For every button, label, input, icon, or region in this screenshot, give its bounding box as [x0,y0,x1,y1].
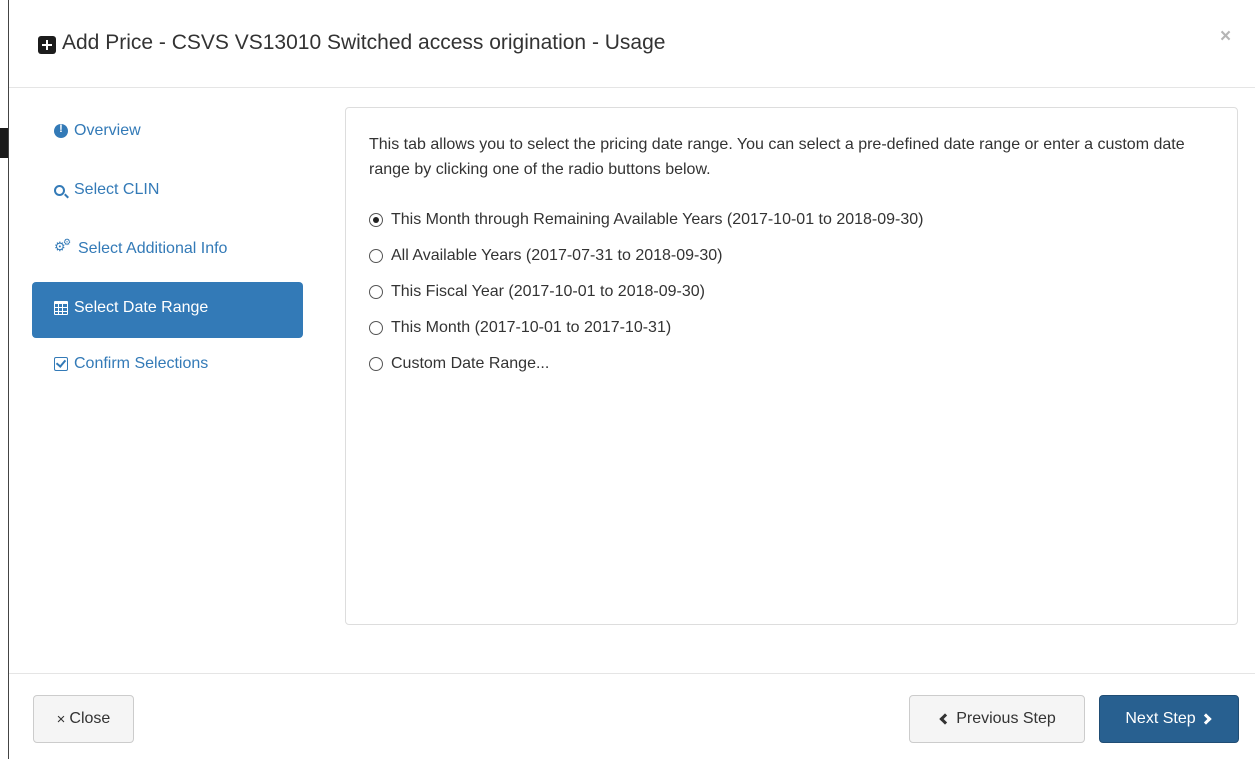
check-square-icon [54,357,68,371]
info-circle-icon [54,123,68,138]
nav-item-label: Confirm Selections [74,355,209,372]
date-range-options: This Month through Remaining Available Y… [369,202,924,382]
chevron-right-icon [1199,713,1212,725]
modal-title: Add Price - CSVS VS13010 Switched access… [62,31,666,54]
chevron-left-icon [939,713,951,725]
close-button[interactable]: × Close [33,695,134,743]
nav-item-select-additional-info[interactable]: Select Additional Info [32,223,303,279]
nav-item-confirm-selections[interactable]: Confirm Selections [32,338,303,394]
radio-button[interactable] [369,213,383,227]
radio-label: All Available Years (2017-07-31 to 2018-… [391,247,723,264]
radio-button[interactable] [369,321,383,335]
nav-item-label: Select Date Range [74,299,209,316]
radio-option-all-available-years[interactable]: All Available Years (2017-07-31 to 2018-… [369,238,924,274]
radio-label: This Month through Remaining Available Y… [391,211,924,228]
modal-header: Add Price - CSVS VS13010 Switched access… [9,0,1255,88]
cogs-icon [54,237,72,256]
previous-step-button[interactable]: Previous Step [909,695,1085,743]
radio-option-this-month[interactable]: This Month (2017-10-01 to 2017-10-31) [369,310,924,346]
radio-label: This Month (2017-10-01 to 2017-10-31) [391,319,672,336]
radio-button[interactable] [369,249,383,263]
panel-description: This tab allows you to select the pricin… [369,136,1185,178]
nav-item-select-clin[interactable]: Select CLIN [32,164,303,220]
nav-item-select-date-range[interactable]: Select Date Range [32,282,303,338]
previous-step-label: Previous Step [956,710,1056,727]
radio-label: Custom Date Range... [391,355,550,372]
radio-option-custom-date-range[interactable]: Custom Date Range... [369,346,924,382]
close-icon[interactable]: × [1220,26,1231,48]
date-range-panel: This tab allows you to select the pricin… [345,107,1238,625]
nav-item-label: Select CLIN [74,181,160,198]
search-icon [54,184,65,196]
modal-footer: × Close Previous Step Next Step [9,673,1255,759]
radio-option-this-fiscal-year[interactable]: This Fiscal Year (2017-10-01 to 2018-09-… [369,274,924,310]
background-marker [0,128,8,158]
nav-item-overview[interactable]: Overview [32,105,303,161]
nav-item-label: Select Additional Info [78,240,228,257]
calendar-icon [54,301,68,315]
add-price-modal: Add Price - CSVS VS13010 Switched access… [9,0,1255,759]
next-step-label: Next Step [1125,710,1196,727]
plus-square-icon [38,36,56,54]
radio-button[interactable] [369,285,383,299]
radio-option-this-month-through-remaining[interactable]: This Month through Remaining Available Y… [369,202,924,238]
radio-label: This Fiscal Year (2017-10-01 to 2018-09-… [391,283,705,300]
times-icon: × [56,710,66,728]
nav-item-label: Overview [74,122,141,139]
radio-button[interactable] [369,357,383,371]
close-button-label: Close [69,710,111,727]
background-page-edge [0,0,9,759]
next-step-button[interactable]: Next Step [1099,695,1239,743]
